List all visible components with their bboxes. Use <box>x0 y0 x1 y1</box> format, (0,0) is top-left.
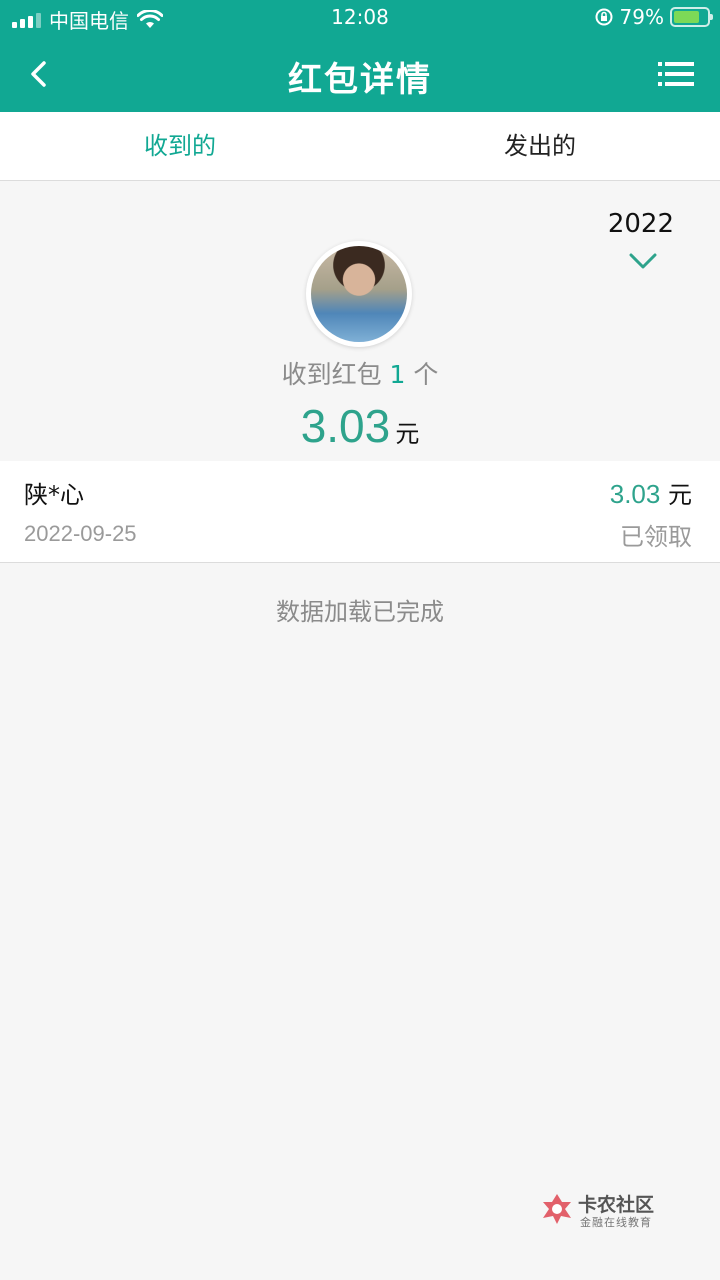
total-amount: 3.03 <box>300 400 391 452</box>
tab-sent[interactable]: 发出的 <box>360 112 720 180</box>
list-menu-icon[interactable] <box>658 60 694 88</box>
battery-percent: 79% <box>619 5 664 29</box>
received-suffix: 个 <box>413 360 439 389</box>
watermark-subtitle: 金融在线教育 <box>580 1216 652 1229</box>
year-selector[interactable]: 2022 <box>608 209 674 239</box>
total-amount-line: 3.03 元 <box>0 399 720 453</box>
received-prefix: 收到红包 <box>281 360 382 389</box>
tab-received[interactable]: 收到的 <box>0 112 360 180</box>
rotation-lock-icon <box>595 8 613 26</box>
received-count: 1 <box>389 360 406 389</box>
avatar <box>306 241 412 347</box>
summary-panel: 2022 收到红包 1 个 3.03 元 <box>0 181 720 461</box>
status-bar: 中国电信 12:08 79% <box>0 0 720 36</box>
record-amount: 3.03 元 <box>610 475 692 510</box>
battery-icon <box>670 7 713 27</box>
record-amount-value: 3.03 <box>609 479 661 509</box>
tab-bar: 收到的 发出的 <box>0 112 720 181</box>
avatar-image <box>311 246 407 342</box>
record-status: 已领取 <box>620 523 692 551</box>
load-complete-text: 数据加载已完成 <box>276 598 444 626</box>
total-amount-unit: 元 <box>395 420 420 448</box>
page-title: 红包详情 <box>288 60 432 100</box>
kanong-logo-icon <box>543 1194 571 1224</box>
list-item[interactable]: 陕*心 2022-09-25 3.03 元 已领取 <box>0 461 720 563</box>
record-date: 2022-09-25 <box>24 521 137 546</box>
watermark-title: 卡农社区 <box>578 1194 655 1216</box>
status-right: 79% <box>594 5 713 29</box>
chevron-down-icon[interactable] <box>628 251 658 271</box>
record-amount-unit: 元 <box>668 481 692 509</box>
sender-name: 陕*心 <box>24 481 84 509</box>
nav-bar: 红包详情 <box>0 36 720 112</box>
watermark: 卡农社区 金融在线教育 <box>540 1190 670 1230</box>
received-count-line: 收到红包 1 个 <box>0 355 720 391</box>
